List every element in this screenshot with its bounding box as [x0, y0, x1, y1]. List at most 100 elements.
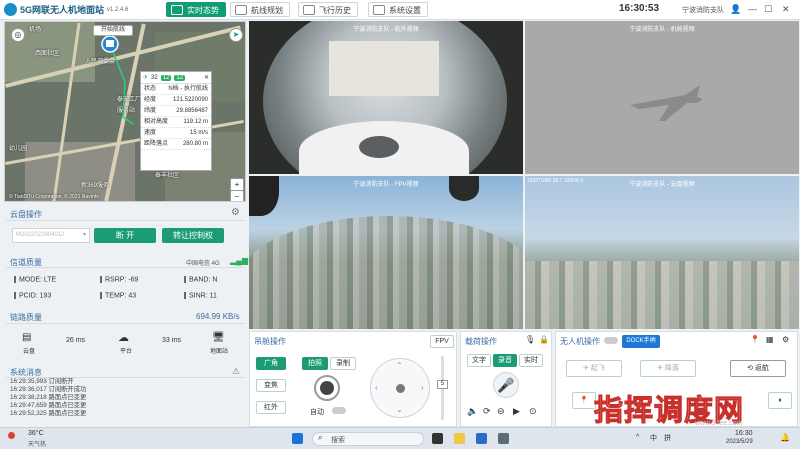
pause-button[interactable]: ⏸: [768, 392, 792, 409]
tab-route-planning[interactable]: 航线规划: [230, 2, 290, 17]
info-close-icon[interactable]: ✕: [204, 74, 209, 81]
tab-flight-history[interactable]: 飞行历史: [298, 2, 358, 17]
zoom-button[interactable]: 变焦: [256, 379, 286, 392]
fpv-mode-button[interactable]: FPV: [430, 335, 454, 348]
stop-icon[interactable]: ⊙: [529, 406, 537, 417]
play-icon[interactable]: ▶: [513, 406, 520, 417]
photo-button[interactable]: 拍照: [302, 357, 328, 370]
signal-rsrp: RSRP: -69: [100, 276, 138, 283]
grid-icon[interactable]: ▦: [766, 335, 774, 344]
map-label-hangar: 机场: [29, 27, 42, 33]
taskbar-date[interactable]: 2023/5/29: [726, 439, 753, 445]
maximize-button[interactable]: ☐: [764, 4, 772, 15]
auto-toggle[interactable]: [332, 407, 346, 414]
location-pin-icon[interactable]: 📍: [750, 335, 760, 344]
device-select[interactable]: M2022022804012 ▾: [12, 228, 90, 243]
takeoff-button[interactable]: ✈ 起飞: [566, 360, 622, 377]
live-mode-button[interactable]: 实时: [519, 354, 543, 367]
ime-mode[interactable]: 拼: [664, 433, 671, 443]
windows-start-icon[interactable]: [292, 433, 303, 444]
tray-chevron-icon[interactable]: ^: [636, 434, 639, 441]
volume-icon[interactable]: 🔈: [467, 406, 478, 417]
video-cabin[interactable]: 宁波消防支队 - 机舱视频: [525, 21, 799, 174]
uav-toggle[interactable]: [604, 337, 618, 344]
mic-small-icon[interactable]: 🎙: [525, 335, 535, 344]
video-fpv[interactable]: 宁波消防支队 - FPV视频: [249, 176, 523, 329]
text-mode-button[interactable]: 文字: [467, 354, 491, 367]
infrared-button[interactable]: 红外: [256, 401, 286, 414]
task-view-icon[interactable]: [432, 433, 443, 444]
sat-count-2: 12: [174, 74, 186, 81]
satellite-map[interactable]: ◎ 机场 开始航线 人民调委会 泰安工厂 服务站 西面社区 幼儿园 新369服务…: [4, 21, 246, 202]
disconnect-button[interactable]: 断 开: [94, 228, 156, 243]
ime-lang[interactable]: 中: [650, 433, 657, 443]
weather-icon: [8, 432, 15, 439]
list-item: 16:29:38,218 路面点已变更: [10, 394, 87, 401]
map-locate-icon[interactable]: ◎: [11, 28, 25, 42]
latency-2: 33 ms: [162, 337, 182, 344]
tab-realtime[interactable]: 实时态势: [166, 2, 226, 17]
dock-handle-button[interactable]: DOCK手柄: [622, 335, 660, 348]
clock: 16:30:53: [619, 3, 660, 14]
latency-1: 26 ms: [66, 337, 86, 344]
drone-icon: ✈: [143, 75, 149, 81]
org-name[interactable]: 宁波消防支队: [682, 5, 724, 15]
notification-icon[interactable]: 🔔: [780, 433, 790, 442]
top-bar: 5G网联无人机地面站 v1.2.4.6 实时态势 航线规划 飞行历史 系统设置 …: [0, 0, 800, 20]
file-explorer-icon[interactable]: [454, 433, 465, 444]
start-route-toggle[interactable]: 开始航线: [93, 25, 133, 36]
weather-temp[interactable]: 36°C: [28, 430, 44, 437]
auto-label: 自动: [310, 409, 324, 416]
node-station: 地面站: [210, 349, 229, 355]
compass-icon[interactable]: ➤: [229, 28, 243, 42]
transfer-control-button[interactable]: 转让控制权: [162, 228, 224, 243]
arrow-up-icon[interactable]: ⌃: [396, 361, 403, 370]
minimize-button[interactable]: —: [748, 4, 757, 14]
app-icon[interactable]: [476, 433, 487, 444]
map-label-poi1: 人民调委会: [85, 59, 116, 65]
map-label-poi2: 泰安工厂: [117, 97, 142, 103]
settings-gear-icon[interactable]: ⚙: [782, 335, 789, 344]
taskbar-time[interactable]: 16:30: [735, 430, 753, 437]
map-copyright: © TianDiTu Corporation, © 2021 NavInfo: [9, 194, 100, 200]
drone-info-card: ✈ 32 12 12 ✕ 状态 N档 - 执行航线 经度 121.5220090 纬…: [140, 71, 212, 171]
drone-app-taskbar-icon[interactable]: [498, 433, 509, 444]
video-gimbal[interactable]: 宁波消防支队 - 云盘视频 1920*1080 28.7 1000% 0: [525, 176, 799, 329]
location-button[interactable]: 📍: [572, 392, 596, 409]
video-fpv-title: 宁波消防支队 - FPV视频: [353, 182, 419, 188]
close-button[interactable]: ✕: [782, 4, 790, 15]
wide-angle-button[interactable]: 广角: [256, 357, 286, 370]
signal-temp: TEMP: 43: [100, 292, 136, 299]
map-label-poi7: 泰丰社区: [155, 173, 180, 179]
list-item: 16:29:47,659 路面点已变更: [10, 402, 87, 409]
video-outside-title: 宁波消防支队 - 航外视频: [353, 27, 419, 33]
airplane-placeholder-icon: [630, 85, 703, 121]
zoom-slider-handle[interactable]: 5: [437, 380, 448, 389]
zoom-out-button[interactable]: −: [230, 190, 244, 201]
microphone-button[interactable]: 🎤: [493, 372, 519, 398]
arrow-right-icon[interactable]: ›: [421, 383, 424, 392]
warning-icon: ⚠: [232, 366, 241, 376]
arrow-down-icon[interactable]: ⌄: [396, 405, 403, 414]
map-label-poi3: 服务站: [117, 108, 136, 114]
tab-settings[interactable]: 系统设置: [368, 2, 428, 17]
user-icon[interactable]: 👤: [730, 4, 741, 15]
history-icon: [303, 5, 315, 15]
video-outside[interactable]: 宁波消防支队 - 航外视频: [249, 21, 523, 174]
arrow-left-icon[interactable]: ‹: [375, 383, 378, 392]
map-label-poi4: 西面社区: [35, 51, 60, 57]
shutter-button[interactable]: [314, 375, 340, 401]
gear-icon[interactable]: ⚙: [231, 207, 240, 218]
minus-icon[interactable]: ⊖: [497, 406, 505, 417]
audio-mode-button[interactable]: 录音: [493, 354, 517, 367]
refresh-icon[interactable]: ⟳: [483, 406, 491, 417]
brand: 5G网联无人机地面站 v1.2.4.6: [4, 3, 128, 16]
record-button[interactable]: 录制: [330, 357, 356, 370]
return-icon: ⟲: [747, 365, 755, 372]
taskbar-search[interactable]: ⌕ 搜索: [312, 432, 424, 446]
return-home-button[interactable]: ⟲ 返航: [730, 360, 786, 377]
lock-icon[interactable]: 🔒: [539, 335, 549, 344]
land-button[interactable]: ✈ 降落: [640, 360, 696, 377]
gimbal-joystick[interactable]: ⌃ ⌄ ‹ ›: [370, 358, 430, 418]
camera-panel-title: 吊舱操作: [254, 337, 286, 346]
